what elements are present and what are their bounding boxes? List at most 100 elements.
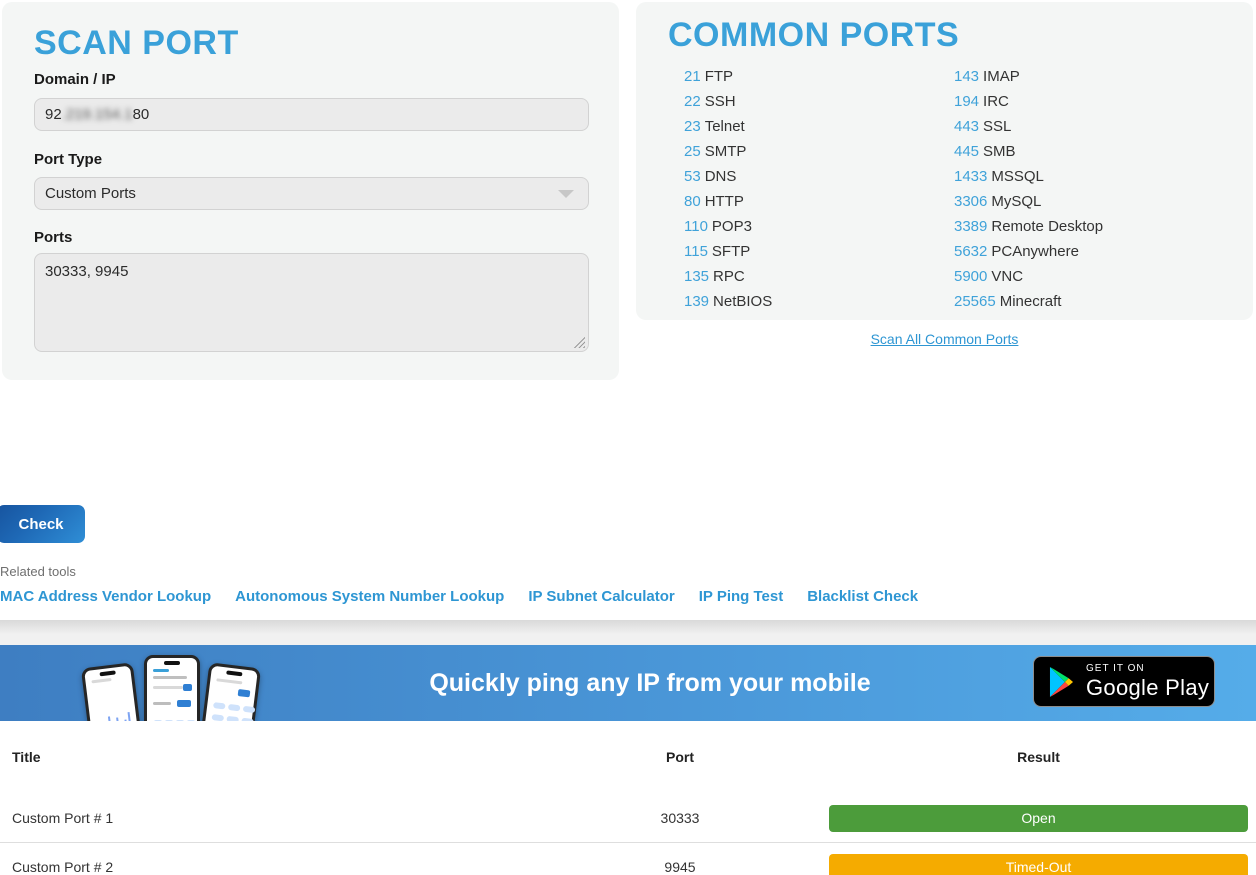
common-port-item[interactable]: 143IMAP (954, 68, 1103, 93)
common-port-number[interactable]: 22 (684, 93, 701, 110)
domain-ip-label: Domain / IP (34, 71, 116, 88)
scan-all-common-ports-link[interactable]: Scan All Common Ports (636, 331, 1253, 347)
common-port-number[interactable]: 1433 (954, 168, 987, 185)
phone-mockup-left-icon (81, 662, 147, 721)
chevron-down-icon (558, 190, 574, 198)
common-port-name: Telnet (705, 118, 745, 135)
status-badge: Timed-Out (829, 854, 1248, 875)
result-row-title: Custom Port # 2 (0, 859, 608, 875)
common-port-item[interactable]: 445SMB (954, 143, 1103, 168)
common-port-item[interactable]: 80HTTP (684, 193, 772, 218)
common-port-item[interactable]: 23Telnet (684, 118, 772, 143)
status-badge: Open (829, 805, 1248, 832)
common-port-item[interactable]: 139NetBIOS (684, 293, 772, 318)
common-port-name: POP3 (712, 218, 752, 235)
check-button[interactable]: Check (0, 505, 85, 543)
phones-illustration (82, 651, 262, 721)
common-port-item[interactable]: 5900VNC (954, 268, 1103, 293)
results-header-row: Title Port Result (0, 721, 1256, 793)
common-port-item[interactable]: 135RPC (684, 268, 772, 293)
common-port-item[interactable]: 194IRC (954, 93, 1103, 118)
common-port-number[interactable]: 110 (684, 218, 708, 235)
related-tool-link[interactable]: IP Ping Test (699, 588, 783, 605)
common-ports-left-column: 21FTP22SSH23Telnet25SMTP53DNS80HTTP110PO… (684, 68, 772, 318)
common-port-item[interactable]: 53DNS (684, 168, 772, 193)
common-port-name: Minecraft (1000, 293, 1062, 310)
related-tool-link[interactable]: Blacklist Check (807, 588, 918, 605)
google-play-icon (1048, 667, 1075, 697)
common-port-item[interactable]: 1433MSSQL (954, 168, 1103, 193)
table-row: Custom Port # 130333 Open (0, 793, 1256, 842)
ports-label: Ports (34, 229, 72, 246)
port-type-select[interactable]: Custom Ports (34, 177, 589, 210)
phone-mockup-right-icon (195, 662, 261, 721)
common-port-number[interactable]: 5900 (954, 268, 987, 285)
common-port-number[interactable]: 194 (954, 93, 979, 110)
common-port-name: MSSQL (991, 168, 1044, 185)
common-port-item[interactable]: 25SMTP (684, 143, 772, 168)
common-port-item[interactable]: 115SFTP (684, 243, 772, 268)
common-port-item[interactable]: 3389Remote Desktop (954, 218, 1103, 243)
common-port-number[interactable]: 143 (954, 68, 979, 85)
related-tool-link[interactable]: IP Subnet Calculator (528, 588, 674, 605)
google-play-get-it-on: GET IT ON (1086, 664, 1209, 674)
common-port-item[interactable]: 5632PCAnywhere (954, 243, 1103, 268)
google-play-wordmark: Google Play (1086, 677, 1209, 699)
related-tool-link[interactable]: Autonomous System Number Lookup (235, 588, 504, 605)
common-port-name: DNS (705, 168, 737, 185)
related-tools-label: Related tools (0, 564, 76, 579)
common-port-number[interactable]: 80 (684, 193, 701, 210)
common-port-name: MySQL (991, 193, 1041, 210)
common-port-item[interactable]: 21FTP (684, 68, 772, 93)
common-port-item[interactable]: 25565Minecraft (954, 293, 1103, 318)
results-header-result: Result (829, 749, 1248, 765)
table-row: Custom Port # 29945 Timed-Out (0, 842, 1256, 875)
common-ports-panel: COMMON PORTS 21FTP22SSH23Telnet25SMTP53D… (636, 2, 1253, 320)
common-port-name: HTTP (705, 193, 744, 210)
resize-handle-icon[interactable] (574, 337, 585, 348)
result-row-port: 9945 (608, 859, 752, 875)
common-port-name: SFTP (712, 243, 750, 260)
port-scanner-page: SCAN PORT Domain / IP 92.219.154.180 Por… (0, 0, 1256, 875)
common-port-number[interactable]: 135 (684, 268, 709, 285)
common-port-number[interactable]: 21 (684, 68, 701, 85)
common-port-number[interactable]: 115 (684, 243, 708, 260)
domain-ip-value-prefix: 92 (45, 106, 62, 123)
domain-ip-value-suffix: 80 (133, 106, 150, 123)
common-port-number[interactable]: 25 (684, 143, 701, 160)
results-header-title: Title (0, 749, 608, 765)
related-tool-link[interactable]: MAC Address Vendor Lookup (0, 588, 211, 605)
common-port-name: NetBIOS (713, 293, 772, 310)
scan-port-panel: SCAN PORT Domain / IP 92.219.154.180 Por… (2, 2, 619, 380)
ports-textarea[interactable]: 30333, 9945 (34, 253, 589, 352)
related-tools-links: MAC Address Vendor Lookup Autonomous Syst… (0, 588, 1000, 605)
common-ports-title: COMMON PORTS (668, 16, 959, 55)
common-port-number[interactable]: 5632 (954, 243, 987, 260)
port-type-label: Port Type (34, 151, 102, 168)
ports-value: 30333, 9945 (45, 263, 128, 280)
common-port-name: RPC (713, 268, 745, 285)
common-port-number[interactable]: 3306 (954, 193, 987, 210)
result-row-title: Custom Port # 1 (0, 810, 608, 826)
common-port-number[interactable]: 53 (684, 168, 701, 185)
common-port-item[interactable]: 3306MySQL (954, 193, 1103, 218)
common-port-name: PCAnywhere (991, 243, 1079, 260)
common-port-name: IRC (983, 93, 1009, 110)
result-row-port: 30333 (608, 810, 752, 826)
common-port-number[interactable]: 3389 (954, 218, 987, 235)
common-port-number[interactable]: 445 (954, 143, 979, 160)
common-ports-right-column: 143IMAP194IRC443SSL445SMB1433MSSQL3306My… (954, 68, 1103, 318)
common-port-item[interactable]: 110POP3 (684, 218, 772, 243)
common-port-number[interactable]: 443 (954, 118, 979, 135)
common-port-number[interactable]: 25565 (954, 293, 996, 310)
port-type-selected-value: Custom Ports (45, 178, 136, 209)
common-port-item[interactable]: 443SSL (954, 118, 1103, 143)
results-header-port: Port (608, 749, 752, 765)
common-port-name: SSL (983, 118, 1011, 135)
scan-port-title: SCAN PORT (34, 24, 239, 63)
google-play-badge[interactable]: GET IT ON Google Play (1033, 656, 1215, 707)
common-port-item[interactable]: 22SSH (684, 93, 772, 118)
domain-ip-input[interactable]: 92.219.154.180 (34, 98, 589, 131)
common-port-number[interactable]: 139 (684, 293, 709, 310)
common-port-number[interactable]: 23 (684, 118, 701, 135)
